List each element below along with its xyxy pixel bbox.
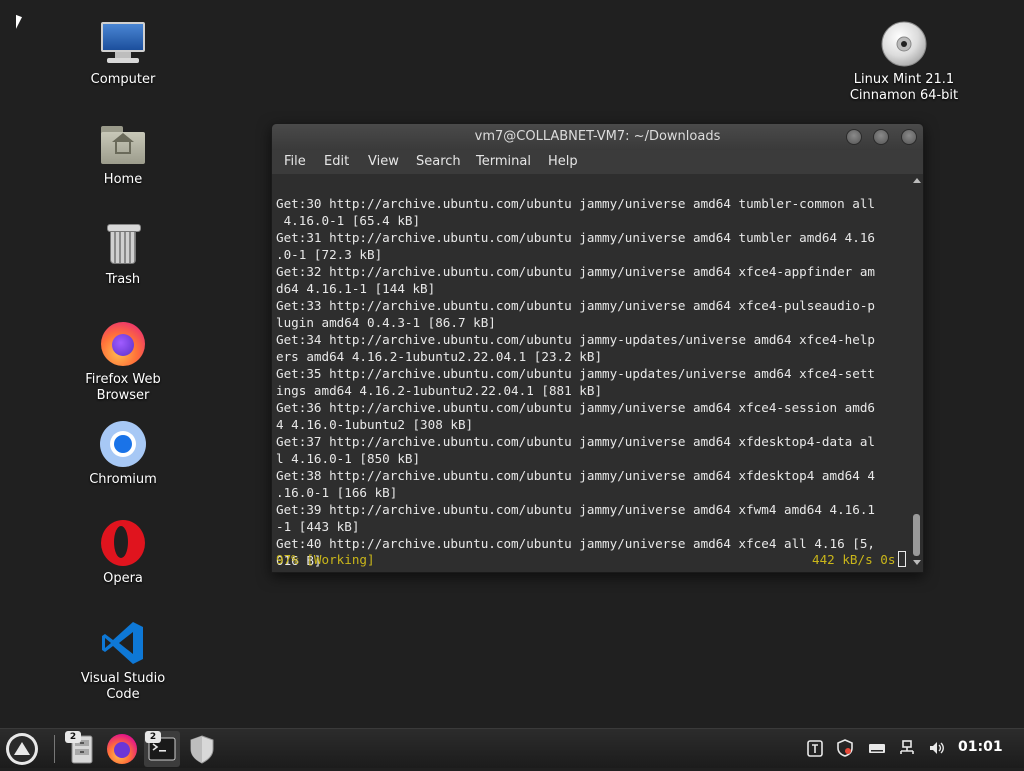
- taskbar-terminal[interactable]: 2: [144, 731, 180, 767]
- desktop-icon-label: Linux Mint 21.1: [853, 72, 955, 87]
- desktop-icon-label: Computer: [90, 72, 156, 87]
- terminal-line: Get:37 http://archive.ubuntu.com/ubuntu …: [276, 434, 875, 449]
- terminal-line: Get:39 http://archive.ubuntu.com/ubuntu …: [276, 502, 875, 517]
- taskbar: 2 2 01:01: [0, 728, 1024, 768]
- notes-tray-icon[interactable]: [806, 739, 824, 761]
- menu-help[interactable]: Help: [548, 154, 578, 169]
- window-count-badge: 2: [65, 731, 81, 743]
- mountain-icon: [9, 736, 35, 762]
- desktop-icon-label: Code: [106, 687, 140, 702]
- terminal-window[interactable]: vm7@COLLABNET-VM7: ~/Downloads File Edit…: [271, 123, 924, 573]
- close-button[interactable]: [901, 129, 917, 145]
- terminal-line: Get:35 http://archive.ubuntu.com/ubuntu …: [276, 366, 875, 381]
- menu-edit[interactable]: Edit: [324, 154, 349, 169]
- terminal-line: Get:30 http://archive.ubuntu.com/ubuntu …: [276, 196, 875, 211]
- download-speed: 442 kB/s 0s: [812, 552, 896, 567]
- terminal-output[interactable]: Get:30 http://archive.ubuntu.com/ubuntu …: [272, 174, 923, 572]
- desktop-icon-home[interactable]: Home: [75, 120, 171, 188]
- shield-icon: [190, 735, 214, 764]
- scroll-up-arrow-icon[interactable]: [913, 178, 921, 183]
- window-count-badge: 2: [145, 731, 161, 743]
- desktop-icon-label: Visual Studio: [80, 671, 166, 686]
- desktop-icon-trash[interactable]: Trash: [75, 220, 171, 288]
- taskbar-firefox[interactable]: [104, 731, 140, 767]
- terminal-line: .0-1 [72.3 kB]: [276, 247, 383, 262]
- progress-status: 97% [Working]: [276, 552, 375, 567]
- terminal-line: Get:32 http://archive.ubuntu.com/ubuntu …: [276, 264, 875, 279]
- firefox-icon: [107, 734, 137, 764]
- volume-icon[interactable]: [928, 739, 946, 761]
- terminal-line: d64 4.16.1-1 [144 kB]: [276, 281, 436, 296]
- menu-view[interactable]: View: [368, 154, 399, 169]
- desktop-icon-label: Firefox Web: [85, 372, 161, 387]
- scroll-down-arrow-icon[interactable]: [913, 560, 921, 565]
- desktop: Computer Home Trash Firefox Web Browser …: [0, 0, 1024, 728]
- keyboard-tray-icon[interactable]: [868, 739, 886, 761]
- desktop-icon-computer[interactable]: Computer: [75, 20, 171, 88]
- taskbar-file-manager[interactable]: 2: [64, 731, 100, 767]
- desktop-icon-label: Home: [103, 172, 143, 187]
- scrollbar[interactable]: [910, 174, 923, 572]
- terminal-line: ings amd64 4.16.2-1ubuntu2.22.04.1 [881 …: [276, 383, 603, 398]
- text-cursor: [898, 551, 906, 567]
- desktop-icon-label: Trash: [105, 272, 141, 287]
- disc-icon: [880, 20, 928, 68]
- computer-icon: [99, 20, 147, 68]
- terminal-line: Get:34 http://archive.ubuntu.com/ubuntu …: [276, 332, 875, 347]
- terminal-line: Get:38 http://archive.ubuntu.com/ubuntu …: [276, 468, 875, 483]
- window-titlebar[interactable]: vm7@COLLABNET-VM7: ~/Downloads: [272, 124, 923, 150]
- terminal-line: .16.0-1 [166 kB]: [276, 485, 398, 500]
- vscode-icon: [99, 619, 147, 667]
- menu-search[interactable]: Search: [416, 154, 461, 169]
- mouse-pointer: [16, 14, 22, 32]
- update-manager-shield-icon[interactable]: [836, 739, 854, 761]
- terminal-line: ers amd64 4.16.2-1ubuntu2.22.04.1 [23.2 …: [276, 349, 603, 364]
- chromium-icon: [99, 420, 147, 468]
- terminal-line: Get:31 http://archive.ubuntu.com/ubuntu …: [276, 230, 875, 245]
- terminal-line: Get:40 http://archive.ubuntu.com/ubuntu …: [276, 536, 875, 551]
- terminal-line: 4 4.16.0-1ubuntu2 [308 kB]: [276, 417, 474, 432]
- desktop-icon-install-disc[interactable]: Linux Mint 21.1 Cinnamon 64-bit: [846, 20, 962, 104]
- trash-icon: [99, 220, 147, 268]
- window-title: vm7@COLLABNET-VM7: ~/Downloads: [474, 129, 721, 144]
- network-tray-icon[interactable]: [898, 739, 916, 761]
- terminal-line: Get:36 http://archive.ubuntu.com/ubuntu …: [276, 400, 875, 415]
- desktop-icon-label: Chromium: [89, 472, 157, 487]
- minimize-button[interactable]: [846, 129, 862, 145]
- desktop-icon-label: Browser: [96, 388, 150, 403]
- taskbar-shield-app[interactable]: [184, 731, 220, 767]
- desktop-icon-chromium[interactable]: Chromium: [75, 420, 171, 488]
- desktop-icon-opera[interactable]: Opera: [75, 519, 171, 587]
- start-menu-button[interactable]: [6, 733, 38, 765]
- terminal-line: l 4.16.0-1 [850 kB]: [276, 451, 421, 466]
- taskbar-separator: [54, 735, 55, 763]
- clock[interactable]: 01:01: [958, 739, 1003, 755]
- menubar: File Edit View Search Terminal Help: [272, 150, 923, 174]
- terminal-line: lugin amd64 0.4.3-1 [86.7 kB]: [276, 315, 496, 330]
- desktop-icon-vscode[interactable]: Visual Studio Code: [75, 619, 171, 703]
- terminal-text: Get:30 http://archive.ubuntu.com/ubuntu …: [276, 178, 910, 603]
- terminal-line: 4.16.0-1 [65.4 kB]: [276, 213, 421, 228]
- scrollbar-thumb[interactable]: [913, 514, 920, 556]
- maximize-button[interactable]: [873, 129, 889, 145]
- opera-icon: [99, 519, 147, 567]
- desktop-icon-label: Cinnamon 64-bit: [849, 88, 959, 103]
- home-folder-icon: [99, 120, 147, 168]
- terminal-line: Get:33 http://archive.ubuntu.com/ubuntu …: [276, 298, 875, 313]
- desktop-icon-firefox[interactable]: Firefox Web Browser: [75, 320, 171, 404]
- terminal-line: -1 [443 kB]: [276, 519, 360, 534]
- menu-terminal[interactable]: Terminal: [476, 154, 531, 169]
- menu-file[interactable]: File: [284, 154, 306, 169]
- desktop-icon-label: Opera: [103, 571, 143, 586]
- firefox-icon: [99, 320, 147, 368]
